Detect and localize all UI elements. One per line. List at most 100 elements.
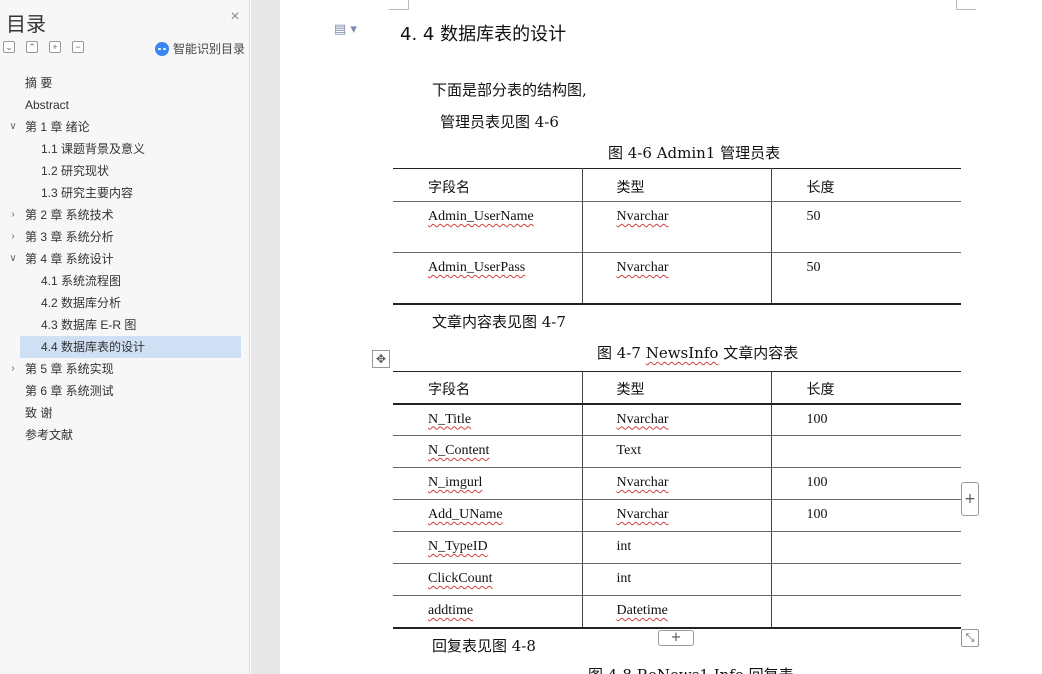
toc-item-label: 第 5 章 系统实现 — [25, 362, 114, 376]
add-row-button[interactable]: + — [658, 630, 694, 646]
table-header-row: 字段名 类型 长度 — [393, 168, 961, 202]
margin-corner-mark — [956, 0, 976, 10]
toc-item-label: 摘 要 — [25, 76, 53, 90]
toc-item-label: 4.4 数据库表的设计 — [41, 340, 146, 354]
toc-item-label: 第 3 章 系统分析 — [25, 230, 114, 244]
toc-item-label: 致 谢 — [25, 406, 53, 420]
toc-item[interactable]: 1.1 课题背景及意义 — [0, 138, 250, 160]
toc-item[interactable]: 致 谢 — [0, 402, 250, 424]
table-row: Admin_UserPass Nvarchar 50 — [393, 252, 961, 305]
newsinfo-table: 字段名 类型 长度 N_Title Nvarchar 100 N_Content Tex… — [393, 371, 961, 629]
add-heading-icon[interactable]: + — [49, 41, 61, 53]
toc-item-label: 1.3 研究主要内容 — [41, 186, 134, 200]
table-cell[interactable]: Admin_UserName — [428, 209, 534, 224]
expand-all-icon[interactable]: ⌄ — [3, 41, 15, 53]
toc-item-label: 4.1 系统流程图 — [41, 274, 122, 288]
toc-title: 目录 — [6, 12, 46, 36]
toc-sidebar: 目录 × ⌄ ⌃ + − 智能识别目录 摘 要 Abstract ∨ 第 1 章 绪论… — [0, 0, 250, 674]
table-cell[interactable]: N_Content — [428, 443, 489, 458]
toc-list: 摘 要 Abstract ∨ 第 1 章 绪论 1.1 课题背景及意义 1.2 研究现状 1… — [0, 72, 250, 446]
paragraph-menu-icon[interactable]: ▤ ▾ — [334, 22, 357, 37]
table-header-cell: 字段名 — [393, 168, 583, 202]
table-cell[interactable]: N_TypeID — [428, 539, 488, 554]
table-header-row: 字段名 类型 长度 — [393, 371, 961, 405]
collapse-all-icon[interactable]: ⌃ — [26, 41, 38, 53]
toc-item[interactable]: 1.3 研究主要内容 — [0, 182, 250, 204]
table-cell[interactable]: ClickCount — [428, 571, 493, 586]
toc-item[interactable]: 4.4 数据库表的设计 — [20, 336, 241, 358]
table-cell[interactable]: Nvarchar — [617, 209, 669, 224]
table-move-icon[interactable]: ✥ — [372, 350, 390, 368]
toc-item[interactable]: 摘 要 — [0, 72, 250, 94]
table-cell[interactable]: int — [617, 571, 632, 586]
news-table-ref: 文章内容表见图 4-7 — [432, 313, 566, 331]
toc-item-label: 第 6 章 系统测试 — [25, 384, 114, 398]
table-row: N_Title Nvarchar 100 — [393, 403, 961, 436]
toc-item-label: 参考文献 — [25, 428, 74, 442]
table2-caption-part: 文章内容表 — [718, 344, 799, 362]
table-resize-icon[interactable]: ⤡ — [961, 629, 979, 647]
table-cell[interactable]: N_Title — [428, 412, 471, 427]
chevron-right-icon[interactable]: › — [8, 204, 18, 226]
table-cell[interactable]: 50 — [807, 209, 821, 224]
section-heading: 4. 4 数据库表的设计 — [400, 24, 567, 45]
table-cell[interactable]: addtime — [428, 603, 473, 618]
toc-item[interactable]: ∨ 第 1 章 绪论 — [0, 116, 250, 138]
table-row: Admin_UserName Nvarchar 50 — [393, 201, 961, 253]
toc-item[interactable]: 第 6 章 系统测试 — [0, 380, 250, 402]
table-cell[interactable]: 100 — [807, 507, 828, 522]
smart-bot-icon — [155, 41, 169, 56]
toc-item-label: Abstract — [25, 98, 70, 112]
table-cell[interactable]: 100 — [807, 412, 828, 427]
toc-item[interactable]: 4.3 数据库 E-R 图 — [0, 314, 250, 336]
toc-item[interactable]: › 第 3 章 系统分析 — [0, 226, 250, 248]
table2-caption-part: 图 4-7 — [597, 344, 646, 362]
document-page: ▤ ▾ 4. 4 数据库表的设计 下面是部分表的结构图, 管理员表见图 4-6 … — [280, 0, 1042, 674]
add-column-button[interactable]: + — [961, 482, 979, 516]
toc-item-label: 1.1 课题背景及意义 — [41, 142, 146, 156]
table-row: addtime Datetime — [393, 595, 961, 629]
toc-item[interactable]: 4.1 系统流程图 — [0, 270, 250, 292]
chevron-right-icon[interactable]: › — [8, 358, 18, 380]
toc-toolbar: ⌄ ⌃ + − — [3, 41, 84, 53]
table-row: N_imgurl Nvarchar 100 — [393, 467, 961, 500]
toc-item-label: 第 2 章 系统技术 — [25, 208, 114, 222]
intro-text: 下面是部分表的结构图, — [432, 81, 587, 99]
toc-item[interactable]: ∨ 第 4 章 系统设计 — [0, 248, 250, 270]
table-cell[interactable]: Nvarchar — [617, 260, 669, 275]
toc-item[interactable]: › 第 2 章 系统技术 — [0, 204, 250, 226]
chevron-right-icon[interactable]: › — [8, 226, 18, 248]
table-cell[interactable]: 100 — [807, 475, 828, 490]
remove-heading-icon[interactable]: − — [72, 41, 84, 53]
chevron-down-icon[interactable]: ∨ — [8, 248, 18, 270]
table-cell[interactable]: Text — [617, 443, 642, 458]
smart-toc-button[interactable]: 智能识别目录 — [155, 40, 245, 57]
toc-item[interactable]: 参考文献 — [0, 424, 250, 446]
table-cell[interactable]: Nvarchar — [617, 507, 669, 522]
toc-item-label: 4.2 数据库分析 — [41, 296, 122, 310]
table-header-cell: 长度 — [771, 371, 961, 405]
toc-item[interactable]: 1.2 研究现状 — [0, 160, 250, 182]
table-row: ClickCount int — [393, 563, 961, 596]
table-cell[interactable]: N_imgurl — [428, 475, 482, 490]
table-cell[interactable]: Admin_UserPass — [428, 260, 525, 275]
toc-item[interactable]: Abstract — [0, 94, 250, 116]
table1-caption: 图 4-6 Admin1 管理员表 — [608, 144, 781, 162]
table3-caption: 图 4-8 ReNews1 Info 回复表 — [588, 664, 794, 674]
table-cell[interactable]: 50 — [807, 260, 821, 275]
toc-item[interactable]: 4.2 数据库分析 — [0, 292, 250, 314]
table-row: N_Content Text — [393, 435, 961, 468]
table-cell[interactable]: Datetime — [617, 603, 668, 618]
table-cell[interactable]: Nvarchar — [617, 412, 669, 427]
toc-item[interactable]: › 第 5 章 系统实现 — [0, 358, 250, 380]
table-header-cell: 长度 — [771, 168, 961, 202]
close-icon[interactable]: × — [228, 9, 242, 25]
table-cell[interactable]: Add_UName — [428, 507, 503, 522]
toc-item-label: 第 1 章 绪论 — [25, 120, 90, 134]
table-cell[interactable]: int — [617, 539, 632, 554]
chevron-down-icon[interactable]: ∨ — [8, 116, 18, 138]
table2-caption-part: NewsInfo — [645, 344, 719, 362]
table-cell[interactable]: Nvarchar — [617, 475, 669, 490]
page-gutter — [251, 0, 280, 674]
smart-toc-label: 智能识别目录 — [173, 42, 246, 56]
